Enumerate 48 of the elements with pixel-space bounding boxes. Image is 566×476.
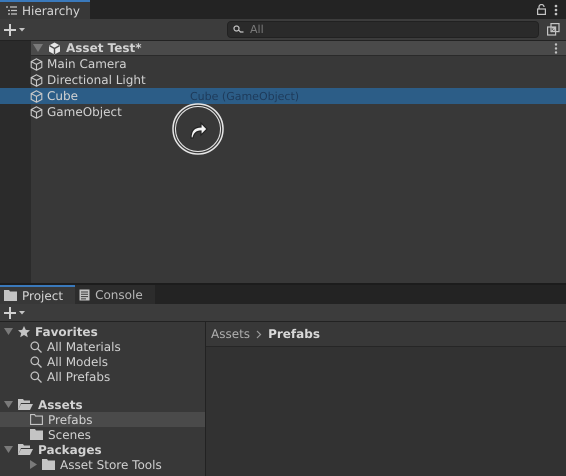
drag-cursor-icon — [171, 102, 225, 156]
hierarchy-tab[interactable]: Hierarchy — [0, 0, 90, 19]
hierarchy-item[interactable]: Directional Light — [0, 72, 566, 88]
panel-tab[interactable]: Console — [75, 285, 155, 304]
more-icon[interactable] — [554, 42, 558, 54]
tree-item[interactable]: Prefabs — [0, 412, 205, 427]
breadcrumb-link[interactable]: Prefabs — [268, 327, 320, 341]
lock-icon[interactable] — [537, 4, 546, 15]
add-dropdown-button[interactable] — [4, 24, 26, 36]
open-folder-icon — [18, 399, 33, 410]
expand-arrow-icon[interactable] — [4, 328, 13, 335]
cube-icon — [30, 106, 43, 118]
tree-item[interactable]: Asset Store Tools — [0, 457, 205, 472]
folder-icon — [42, 459, 55, 470]
tree-item[interactable]: Favorites — [0, 324, 205, 339]
panel-tab[interactable]: Project — [0, 285, 76, 304]
tree-item[interactable]: All Materials — [0, 339, 205, 354]
star-icon — [18, 326, 30, 338]
cube-icon — [30, 74, 43, 86]
cube-icon — [30, 58, 43, 70]
chevron-right-icon — [256, 330, 262, 338]
search-field[interactable]: All — [227, 21, 539, 38]
search-icon — [30, 340, 42, 352]
tree-item[interactable]: Assets — [0, 397, 205, 412]
more-icon[interactable] — [554, 4, 558, 16]
tree-item[interactable]: All Models — [0, 354, 205, 369]
expand-arrow-icon[interactable] — [30, 460, 37, 469]
console-icon — [79, 288, 90, 300]
scene-name: Asset Test* — [66, 41, 142, 55]
search-icon — [30, 356, 42, 368]
open-window-icon[interactable] — [547, 23, 560, 36]
folder-icon — [4, 290, 17, 301]
tree-item[interactable]: Packages — [0, 442, 205, 457]
hierarchy-item[interactable]: GameObject — [0, 104, 566, 120]
open-folder-icon — [18, 444, 33, 455]
tree-item[interactable]: Scenes — [0, 427, 205, 442]
list-icon — [6, 6, 17, 15]
expand-arrow-icon[interactable] — [4, 401, 13, 408]
add-dropdown-button[interactable] — [4, 306, 26, 318]
search-icon — [30, 370, 42, 382]
cube-icon — [30, 90, 43, 102]
hierarchy-item[interactable]: Main Camera — [0, 56, 566, 72]
expand-arrow-icon[interactable] — [4, 446, 13, 453]
scene-header[interactable]: Asset Test* — [31, 41, 566, 56]
folder-icon — [30, 414, 43, 425]
folder-icon — [30, 429, 43, 440]
tree-item[interactable]: All Prefabs — [0, 369, 205, 384]
breadcrumb-link[interactable]: Assets — [211, 327, 250, 341]
